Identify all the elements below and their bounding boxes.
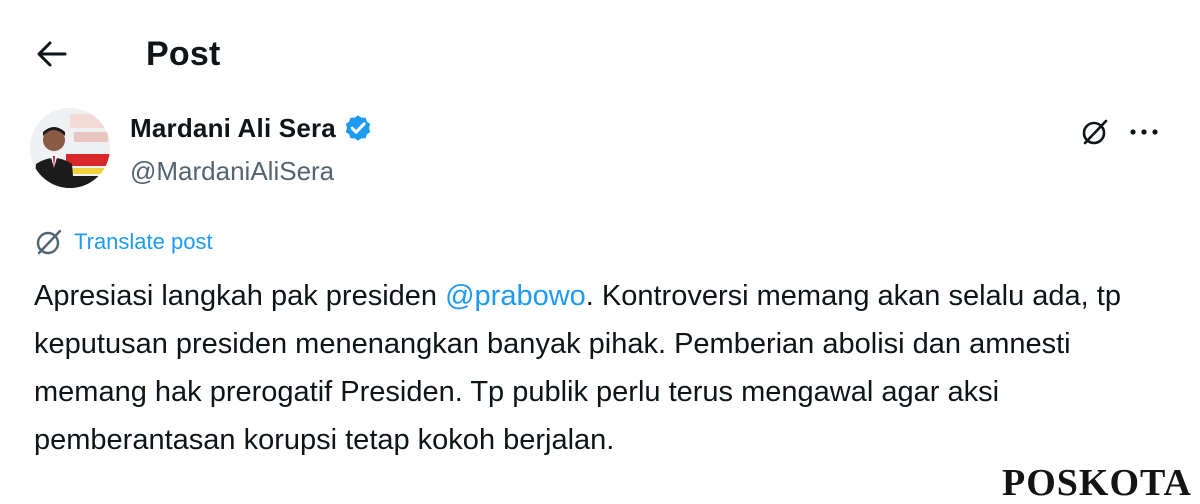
- more-horizontal-icon: [1130, 129, 1158, 135]
- post-text-before: Apresiasi langkah pak presiden: [34, 280, 446, 312]
- grok-button[interactable]: [1075, 112, 1115, 152]
- author-name[interactable]: Mardani Ali Sera: [130, 110, 336, 146]
- post-text: Apresiasi langkah pak presiden @prabowo.…: [34, 272, 1164, 464]
- mention-link[interactable]: @prabowo: [445, 280, 586, 312]
- avatar-photo: [30, 108, 110, 188]
- back-button[interactable]: [30, 32, 74, 76]
- post-header: Post: [0, 0, 1200, 100]
- arrow-left-icon: [37, 41, 67, 67]
- translate-post-label[interactable]: Translate post: [74, 226, 213, 258]
- page-title: Post: [146, 35, 221, 73]
- more-options-button[interactable]: [1122, 112, 1166, 152]
- watermark-logo: POSKOTA: [1002, 462, 1192, 504]
- author-handle[interactable]: @MardaniAliSera: [130, 153, 334, 189]
- author-name-row[interactable]: Mardani Ali Sera: [130, 110, 374, 146]
- translate-post-link[interactable]: Translate post: [34, 226, 213, 258]
- avatar[interactable]: [30, 108, 110, 188]
- grok-icon: [1082, 119, 1108, 145]
- verified-badge-icon: [345, 115, 371, 141]
- grok-translate-icon: [36, 229, 62, 255]
